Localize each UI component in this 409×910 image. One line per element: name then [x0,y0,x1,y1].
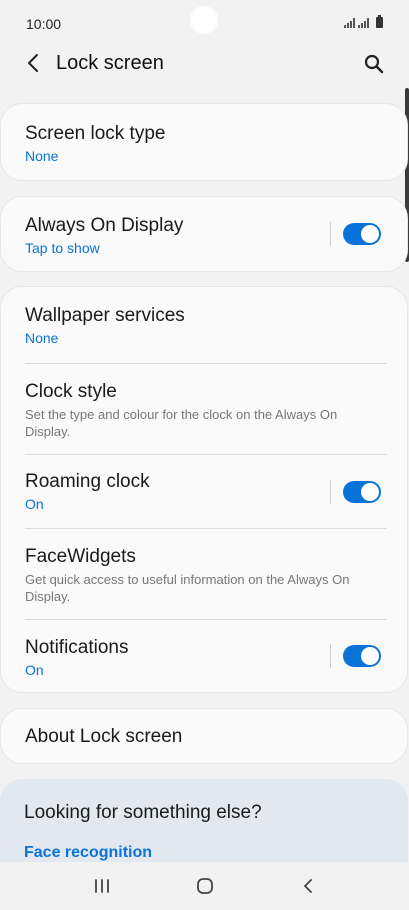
wallpaper-services-item[interactable]: Wallpaper services None [1,287,407,363]
status-bar: 10:00 [0,0,409,46]
page-title: Lock screen [56,52,164,74]
camera-cutout [190,6,218,34]
about-lock-screen-item[interactable]: About Lock screen [1,709,407,763]
home-button[interactable] [185,866,225,906]
facewidgets-title: FaceWidgets [25,546,136,567]
battery-icon [376,15,383,28]
display-settings-card: Wallpaper services None Clock style Set … [0,286,408,693]
recents-icon [94,879,109,893]
aod-toggle[interactable] [343,223,381,245]
wallpaper-services-title: Wallpaper services [25,305,185,326]
aod-toggle-wrap [330,222,381,246]
nav-back-button[interactable] [288,866,328,906]
notifications-item[interactable]: Notifications On [1,620,407,692]
clock-style-title: Clock style [25,381,117,402]
chevron-left-icon [28,54,38,72]
roaming-clock-toggle-wrap [330,479,381,504]
nav-back-icon [303,879,312,893]
toggle-divider [330,222,331,246]
search-icon [364,54,384,74]
signal-icon [344,18,355,28]
clock-style-item[interactable]: Clock style Set the type and colour for … [1,364,407,454]
home-icon [196,878,213,894]
screen-lock-card: Screen lock type None [0,103,408,181]
wallpaper-services-value: None [25,330,59,346]
facewidgets-item[interactable]: FaceWidgets Get quick access to useful i… [1,529,407,619]
lock-screen-settings: 10:00 Lock screen Screen lock type None … [0,0,409,910]
notifications-toggle-wrap [330,644,381,668]
about-lock-screen-title: About Lock screen [25,726,183,747]
navigation-bar [0,862,409,910]
toggle-divider [330,644,331,668]
screen-lock-type-value: None [25,148,59,164]
about-card: About Lock screen [0,708,408,764]
toggle-knob [361,647,379,665]
aod-card: Always On Display Tap to show [0,196,408,272]
status-icons [344,15,383,28]
roaming-clock-item[interactable]: Roaming clock On [1,455,407,528]
roaming-clock-toggle[interactable] [343,480,381,503]
screen-lock-type-title: Screen lock type [25,123,166,144]
recents-button[interactable] [82,866,122,906]
face-recognition-link[interactable]: Face recognition [24,844,152,862]
status-time: 10:00 [26,16,62,32]
app-header: Lock screen [0,46,409,84]
notifications-toggle[interactable] [343,645,381,667]
facewidgets-desc: Get quick access to useful information o… [25,572,350,604]
clock-style-desc: Set the type and colour for the clock on… [25,407,338,439]
back-button[interactable] [20,48,46,78]
suggestions-title: Looking for something else? [24,802,262,823]
screen-lock-type-item[interactable]: Screen lock type None [1,104,407,180]
search-button[interactable] [359,49,389,79]
always-on-display-item[interactable]: Always On Display Tap to show [1,197,407,271]
toggle-knob [361,225,379,243]
signal-icon-2 [358,18,369,28]
toggle-divider [330,479,331,504]
toggle-knob [361,482,379,501]
